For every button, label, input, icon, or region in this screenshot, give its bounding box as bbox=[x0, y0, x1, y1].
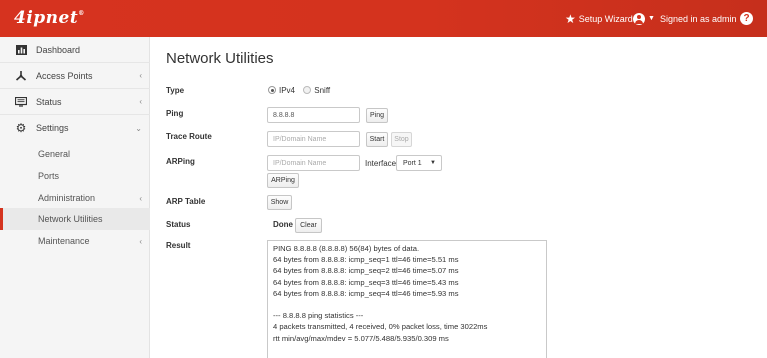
sidebar-item-label: Dashboard bbox=[36, 44, 81, 55]
sidebar-item-label: Settings bbox=[36, 123, 69, 133]
signed-in-label: Signed in as admin bbox=[659, 13, 737, 24]
sidebar-subitem-label: Network Utilities bbox=[38, 214, 103, 224]
sidebar-subitem-maintenance[interactable]: Maintenance ‹ bbox=[0, 230, 150, 252]
radio-ipv4-label: IPv4 bbox=[279, 86, 296, 95]
sidebar-subitem-network-utilities[interactable]: Network Utilities bbox=[0, 208, 150, 230]
interface-select-value: Port 1 bbox=[403, 159, 422, 167]
chevron-left-icon: ‹ bbox=[139, 236, 142, 246]
show-button[interactable]: Show bbox=[267, 195, 292, 210]
chevron-left-icon: ‹ bbox=[139, 71, 142, 80]
type-radio-group: IPv4 Sniff bbox=[268, 86, 330, 95]
clear-button[interactable]: Clear bbox=[295, 218, 322, 233]
radio-selected-icon bbox=[268, 86, 276, 94]
arp-table-label: ARP Table bbox=[166, 197, 206, 206]
ping-label: Ping bbox=[166, 109, 184, 118]
sidebar-item-access-points[interactable]: Access Points ‹ bbox=[0, 63, 150, 89]
star-icon: ★ bbox=[565, 11, 576, 26]
chevron-down-icon: ▼ bbox=[648, 15, 655, 22]
sidebar: Dashboard Access Points ‹ Status ‹ ⚙ Set… bbox=[0, 37, 150, 358]
radio-ipv4[interactable]: IPv4 bbox=[268, 86, 295, 95]
sidebar-subitem-label: Ports bbox=[38, 171, 60, 181]
page-title: Network Utilities bbox=[166, 50, 274, 67]
help-button[interactable]: ? bbox=[740, 0, 753, 37]
ping-button[interactable]: Ping bbox=[366, 108, 388, 123]
sidebar-item-settings[interactable]: ⚙ Settings ⌄ bbox=[0, 115, 150, 141]
stop-button[interactable]: Stop bbox=[391, 132, 412, 147]
sidebar-subitem-label: General bbox=[38, 149, 71, 159]
trace-route-label: Trace Route bbox=[166, 132, 212, 141]
arping-button[interactable]: ARPing bbox=[267, 173, 299, 188]
start-button[interactable]: Start bbox=[366, 132, 388, 147]
sidebar-subitem-ports[interactable]: Ports bbox=[0, 165, 150, 187]
sidebar-subitem-label: Maintenance bbox=[38, 236, 90, 246]
access-point-icon bbox=[15, 70, 27, 82]
brand-logo[interactable]: 4ipnet® bbox=[14, 8, 85, 28]
setup-wizard-link[interactable]: ★ Setup Wizard bbox=[565, 0, 633, 37]
sidebar-item-label: Access Points bbox=[36, 70, 93, 81]
sidebar-item-dashboard[interactable]: Dashboard bbox=[0, 37, 150, 63]
user-icon bbox=[633, 12, 645, 25]
type-label: Type bbox=[166, 86, 185, 95]
chevron-left-icon: ‹ bbox=[139, 97, 142, 106]
logo-text: 4ipnet bbox=[14, 8, 79, 28]
chevron-down-icon: ▼ bbox=[430, 160, 436, 166]
status-value: Done bbox=[273, 220, 293, 229]
result-textarea[interactable]: PING 8.8.8.8 (8.8.8.8) 56(84) bytes of d… bbox=[267, 240, 547, 358]
chevron-left-icon: ‹ bbox=[139, 193, 142, 203]
radio-unselected-icon bbox=[303, 86, 312, 94]
gear-icon: ⚙ bbox=[15, 121, 27, 135]
sidebar-subitem-general[interactable]: General bbox=[0, 143, 150, 165]
monitor-icon bbox=[15, 96, 27, 108]
help-icon: ? bbox=[740, 12, 753, 25]
sidebar-subitem-label: Administration bbox=[38, 193, 96, 203]
chevron-down-icon: ⌄ bbox=[135, 123, 142, 133]
ping-input[interactable]: 8.8.8.8 bbox=[267, 107, 360, 123]
status-label: Status bbox=[166, 220, 191, 229]
bar-chart-icon bbox=[15, 44, 27, 56]
interface-select[interactable]: Port 1 ▼ bbox=[396, 155, 442, 171]
trace-route-input[interactable]: IP/Domain Name bbox=[267, 131, 360, 147]
setup-wizard-label: Setup Wizard bbox=[578, 13, 633, 24]
radio-sniff-label: Sniff bbox=[314, 86, 331, 95]
radio-sniff[interactable]: Sniff bbox=[303, 86, 330, 95]
sidebar-subitem-administration[interactable]: Administration ‹ bbox=[0, 187, 150, 209]
logo-registered-mark: ® bbox=[78, 10, 85, 17]
user-menu[interactable]: ▼ Signed in as admin bbox=[633, 0, 737, 37]
arping-input[interactable]: IP/Domain Name bbox=[267, 155, 360, 171]
interface-label: Interface bbox=[365, 159, 397, 168]
result-label: Result bbox=[166, 241, 191, 250]
sidebar-item-label: Status bbox=[36, 96, 62, 107]
arping-label: ARPing bbox=[166, 157, 195, 166]
top-bar: 4ipnet® ★ Setup Wizard ▼ Signed in as ad… bbox=[0, 0, 767, 37]
sidebar-item-status[interactable]: Status ‹ bbox=[0, 89, 150, 115]
